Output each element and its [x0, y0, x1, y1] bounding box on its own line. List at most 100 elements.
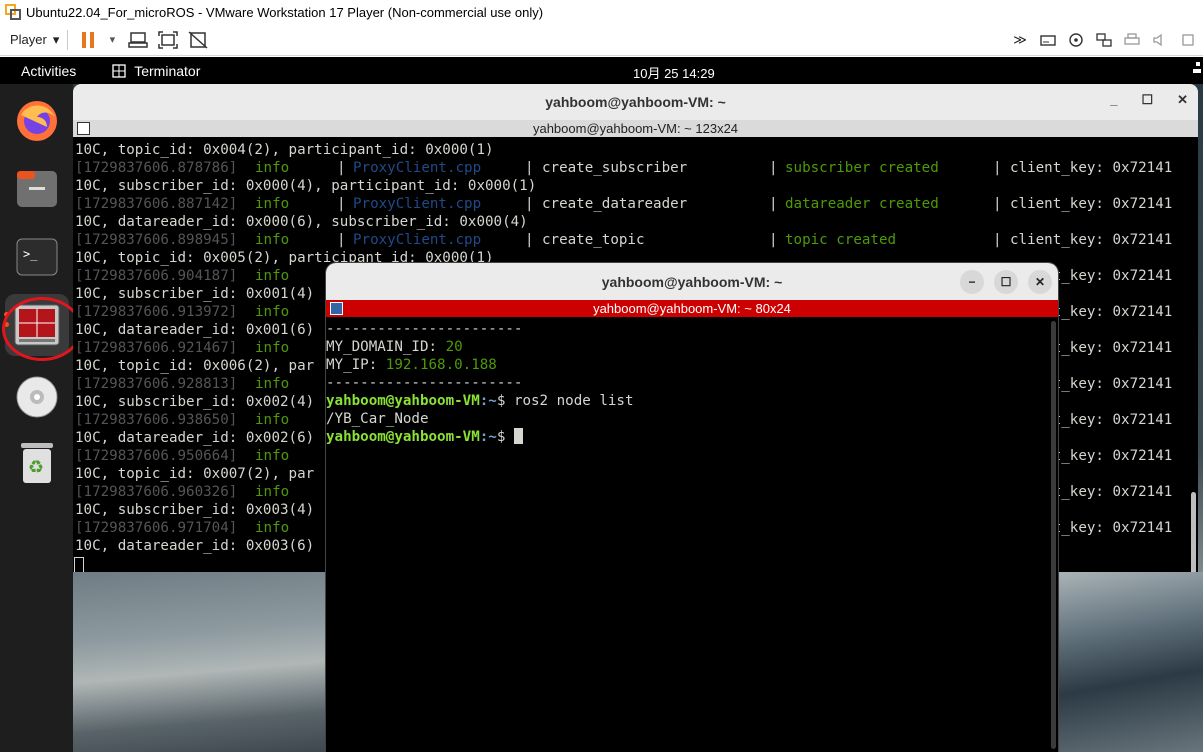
dock-item-files[interactable]	[14, 166, 60, 212]
log-level: info	[255, 232, 290, 248]
svg-text:>_: >_	[23, 247, 38, 261]
command-text: ros2 node list	[513, 393, 634, 409]
terminal-line: 10C, subscriber_id: 0x000(4), participan…	[75, 177, 1183, 195]
domain-id-value: 20	[445, 339, 463, 355]
pause-button[interactable]	[76, 28, 100, 52]
log-timestamp: [1729837606.887142]	[75, 196, 238, 212]
log-continuation: 10C, datareader_id: 0x001(6)	[75, 322, 315, 338]
unity-button[interactable]	[186, 28, 210, 52]
player-menu-label: Player	[10, 32, 47, 47]
command-output: /YB_Car_Node	[326, 411, 429, 427]
vmware-logo-icon	[4, 3, 22, 21]
dock-item-firefox[interactable]	[14, 98, 60, 144]
terminator-titlebar[interactable]: yahboom@yahboom-VM: ~ 123x24	[73, 120, 1198, 137]
disk-icon	[1040, 35, 1056, 46]
send-ctrl-alt-del-button[interactable]	[126, 28, 150, 52]
window-header[interactable]: yahboom@yahboom-VM: ~ − ☐ ✕	[326, 263, 1058, 300]
scrollbar[interactable]	[1051, 321, 1056, 749]
column-separator: |	[337, 196, 346, 212]
fit-window-button[interactable]	[156, 28, 180, 52]
terminal-window-secondary[interactable]: yahboom@yahboom-VM: ~ − ☐ ✕ yahboom@yahb…	[326, 263, 1058, 752]
maximize-icon[interactable]: ☐	[994, 270, 1018, 294]
pause-dropdown-button[interactable]: ▾	[106, 28, 118, 52]
log-source-file: ProxyClient.cpp	[353, 160, 482, 176]
files-icon	[17, 171, 57, 207]
close-icon[interactable]: ✕	[1177, 92, 1188, 108]
log-continuation: 10C, datareader_id: 0x000(6), subscriber…	[75, 214, 528, 230]
log-timestamp: [1729837606.938650]	[75, 412, 238, 428]
log-timestamp: [1729837606.928813]	[75, 376, 238, 392]
column-separator: |	[525, 232, 534, 248]
dock-item-cd[interactable]	[14, 374, 60, 420]
log-continuation: 10C, datareader_id: 0x002(6)	[75, 430, 315, 446]
activities-button[interactable]: Activities	[21, 63, 76, 79]
scrollbar[interactable]	[1191, 492, 1196, 572]
send-ctrl-alt-del-icon	[128, 31, 149, 48]
forward-icon: ≫	[1013, 32, 1027, 47]
audio-button[interactable]	[1149, 28, 1171, 52]
wallpaper	[73, 572, 326, 752]
printer-icon	[1124, 33, 1140, 45]
prompt-user: yahboom@yahboom-VM	[326, 429, 480, 445]
column-separator: |	[337, 232, 346, 248]
log-function: create_topic	[542, 232, 645, 248]
network-button[interactable]	[1093, 28, 1115, 52]
disk-button[interactable]	[1037, 28, 1059, 52]
log-timestamp: [1729837606.921467]	[75, 340, 238, 356]
close-icon[interactable]: ✕	[1028, 270, 1052, 294]
network-icon	[1096, 33, 1112, 47]
printer-button[interactable]	[1121, 28, 1143, 52]
terminator-app-icon	[112, 63, 126, 78]
window-title: Ubuntu22.04_For_microROS - VMware Workst…	[26, 4, 544, 20]
log-level: info	[255, 376, 290, 392]
log-source-file: ProxyClient.cpp	[353, 232, 482, 248]
dock-item-trash[interactable]: ♻	[14, 440, 60, 486]
maximize-icon[interactable]: ☐	[1141, 92, 1153, 108]
log-continuation: 10C, datareader_id: 0x003(6)	[75, 538, 315, 554]
log-level: info	[255, 196, 290, 212]
unity-icon	[188, 30, 208, 49]
window-title: yahboom@yahboom-VM: ~	[601, 273, 783, 290]
terminal-icon: >_	[16, 238, 58, 276]
annotation-highlight-circle	[2, 297, 82, 361]
terminal-line: [1729837606.887142] info | ProxyClient.cpp |…	[75, 195, 1183, 213]
log-client-key: client_key: 0x72141	[1010, 160, 1173, 176]
column-separator: |	[993, 196, 1002, 212]
dock: >_ ♻	[0, 84, 82, 752]
terminal-output[interactable]: ----------------------- MY_DOMAIN_ID: 20…	[326, 320, 1046, 446]
fit-window-icon	[158, 30, 179, 49]
prompt-user: yahboom@yahboom-VM	[326, 393, 480, 409]
cd-button[interactable]	[1065, 28, 1087, 52]
minimize-icon[interactable]: −	[960, 270, 984, 294]
log-level: info	[255, 304, 290, 320]
group-icon[interactable]	[330, 302, 343, 315]
column-separator: |	[769, 160, 778, 176]
log-timestamp: [1729837606.960326]	[75, 484, 238, 500]
column-separator: |	[769, 196, 778, 212]
prompt-symbol: $	[496, 393, 514, 409]
terminal-subtitle: yahboom@yahboom-VM: ~ 123x24	[532, 121, 739, 136]
vmware-title-bar: Ubuntu22.04_For_microROS - VMware Workst…	[0, 0, 1203, 24]
audio-icon	[1153, 33, 1162, 47]
dock-item-terminal[interactable]: >_	[14, 234, 60, 280]
log-continuation: 10C, topic_id: 0x007(2), par	[75, 466, 315, 482]
group-icon[interactable]	[77, 122, 90, 135]
usb-button[interactable]	[1177, 28, 1199, 52]
column-separator: |	[993, 160, 1002, 176]
log-level: info	[255, 412, 290, 428]
column-separator: |	[525, 196, 534, 212]
log-timestamp: [1729837606.950664]	[75, 448, 238, 464]
clock[interactable]: 10月 25 14:29	[633, 63, 715, 82]
device-tray: ≫	[1009, 24, 1203, 56]
app-menu[interactable]: Terminator	[112, 63, 200, 79]
forward-button[interactable]: ≫	[1009, 28, 1031, 52]
minimize-icon[interactable]: _	[1110, 92, 1117, 108]
cd-icon	[1069, 33, 1083, 47]
system-menu-icon[interactable]	[1193, 61, 1201, 78]
domain-id-label: MY_DOMAIN_ID:	[326, 339, 446, 355]
player-menu[interactable]: Player ▾	[10, 32, 59, 48]
terminator-titlebar[interactable]: yahboom@yahboom-VM: ~ 80x24	[326, 300, 1058, 317]
log-continuation: 10C, subscriber_id: 0x001(4)	[75, 286, 315, 302]
window-header[interactable]: yahboom@yahboom-VM: ~ _ ☐ ✕	[73, 84, 1198, 120]
ip-value: 192.168.0.188	[385, 357, 497, 373]
